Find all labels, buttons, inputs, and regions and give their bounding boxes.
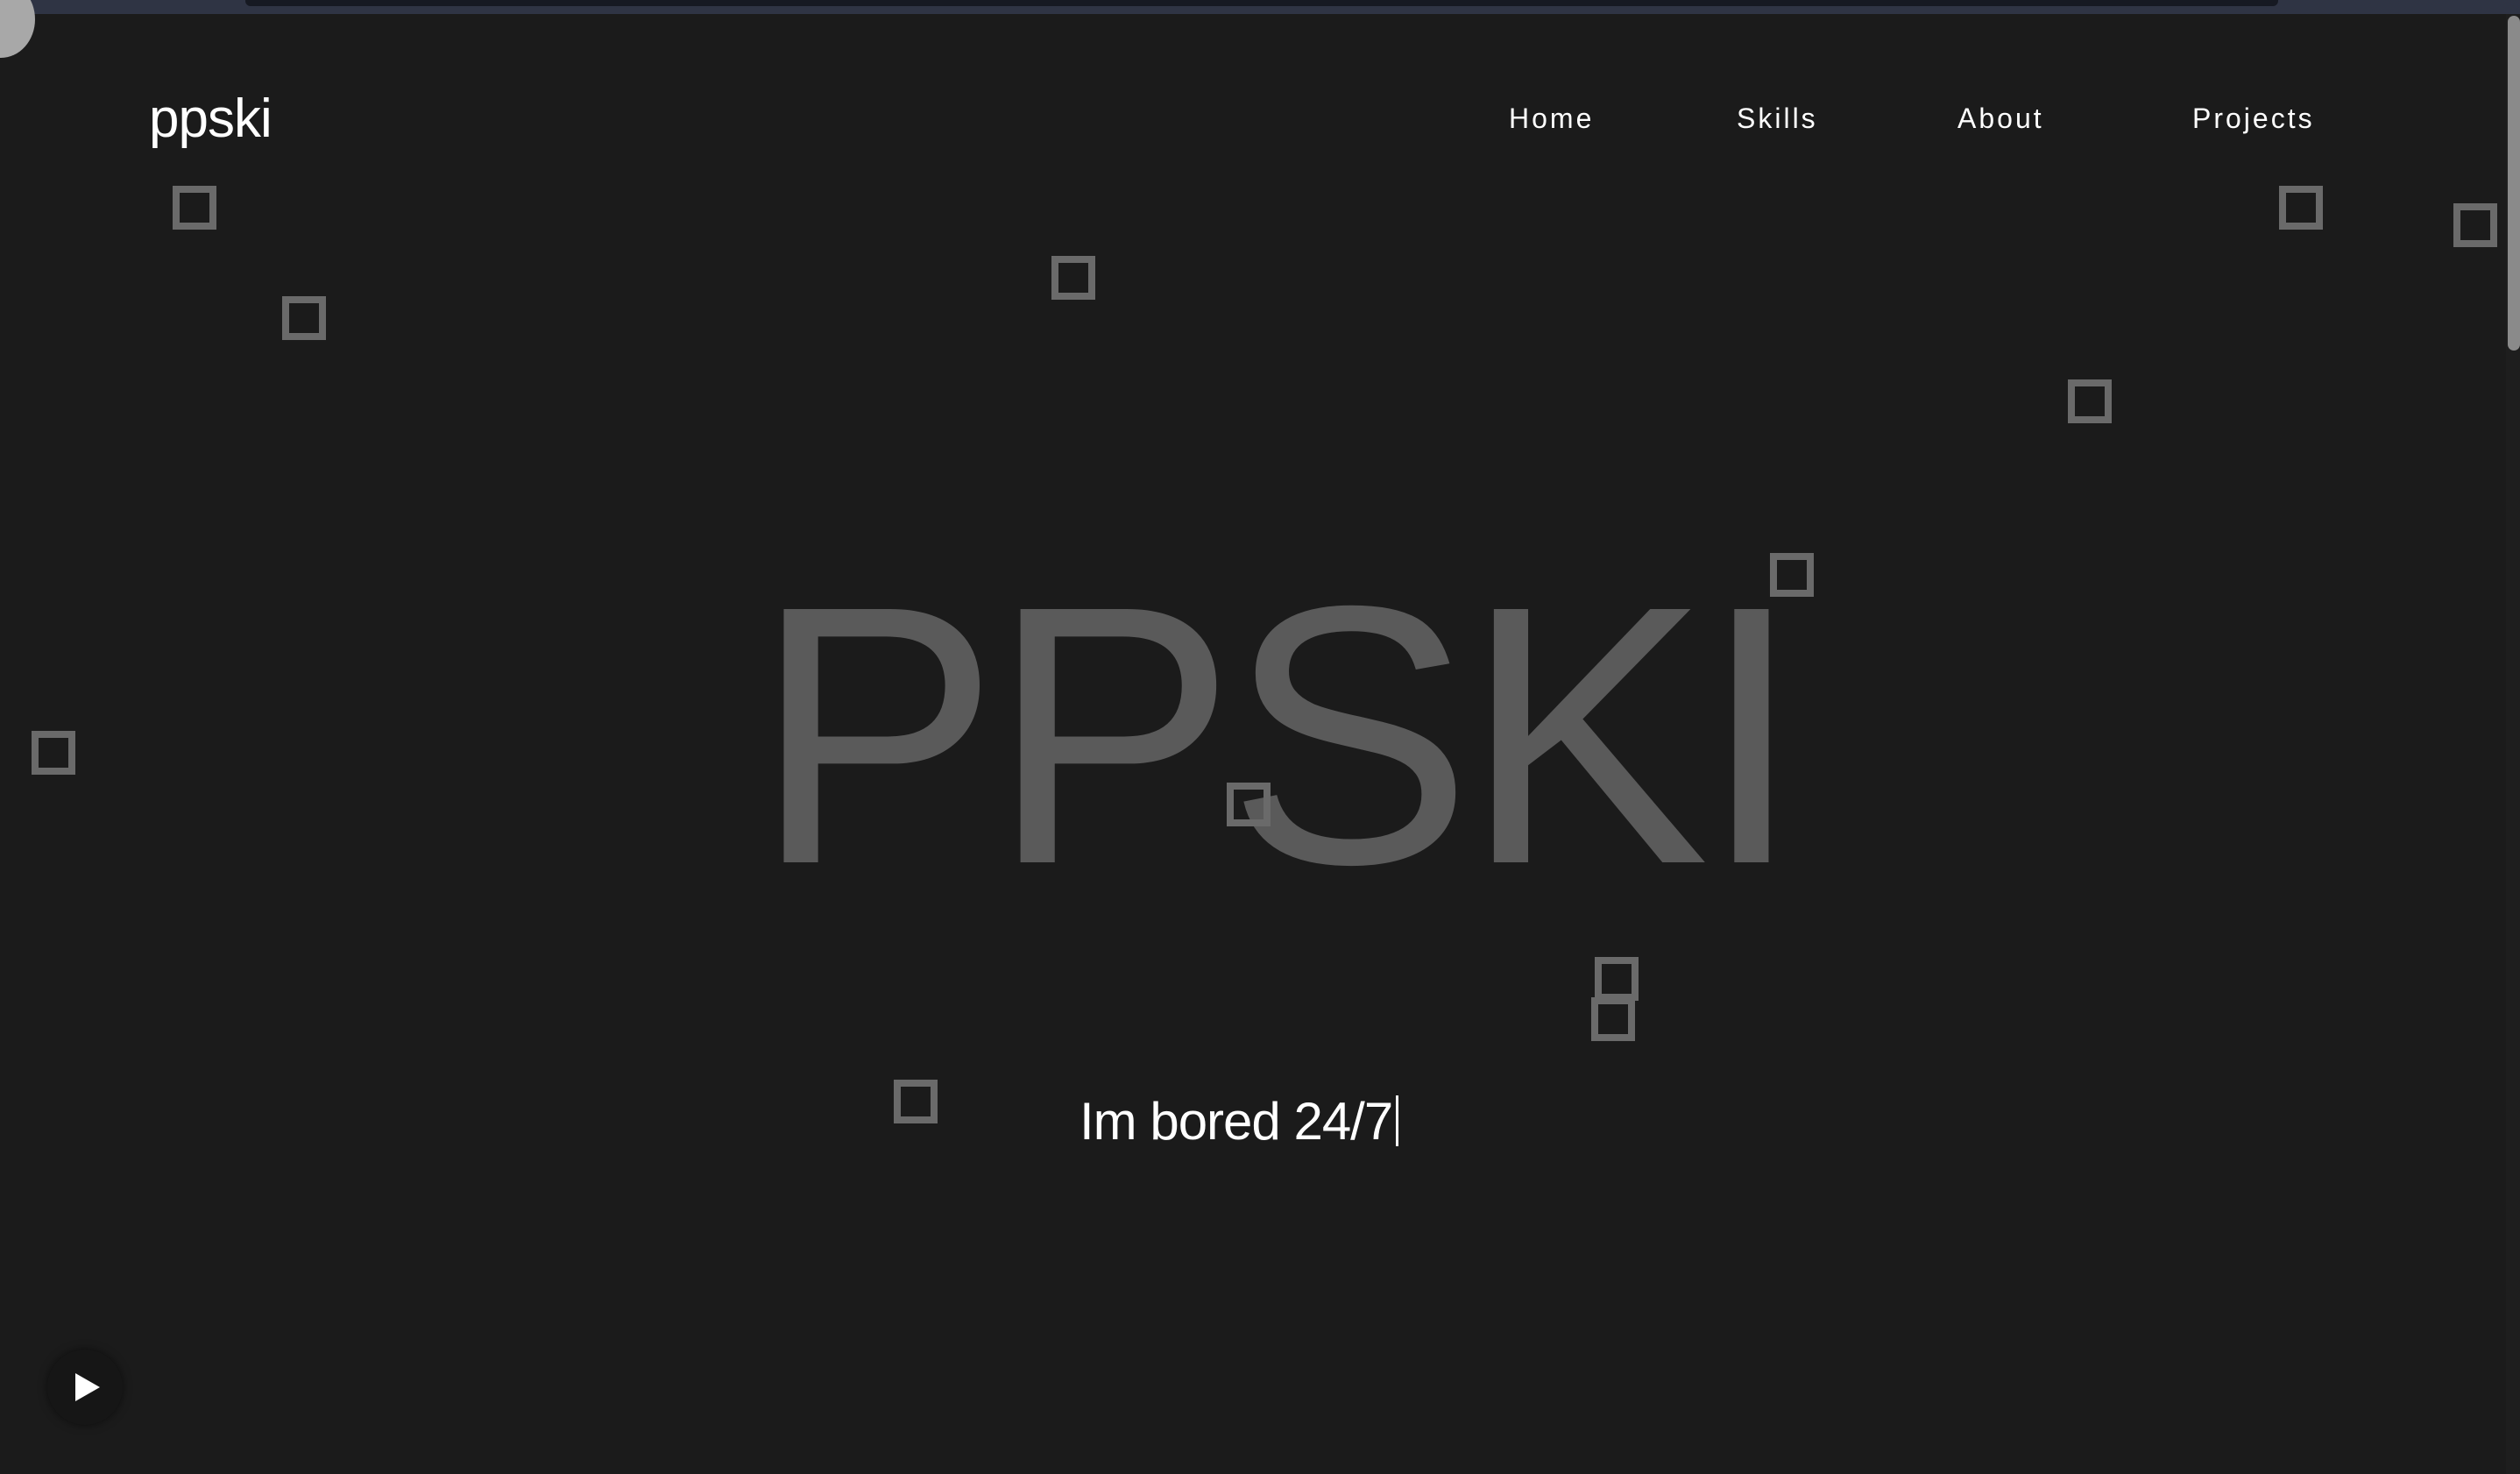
floating-square — [2453, 203, 2497, 247]
nav-link-projects[interactable]: Projects — [2192, 96, 2315, 140]
browser-top-bar-inner — [245, 0, 2278, 6]
typing-cursor — [1396, 1095, 1399, 1146]
cursor-circle — [0, 0, 35, 58]
floating-square — [173, 186, 216, 230]
browser-top-bar — [0, 0, 2520, 14]
play-icon — [75, 1373, 100, 1401]
floating-square — [1591, 997, 1635, 1041]
typed-text: Im bored 24/7 — [1079, 1092, 1393, 1151]
floating-square — [1595, 957, 1639, 1001]
nav-link-about[interactable]: About — [1957, 96, 2044, 140]
floating-square — [2279, 186, 2323, 230]
floating-square — [1227, 783, 1271, 826]
hero-subtitle: Im bored 24/7 — [1079, 1087, 1399, 1157]
nav-link-skills[interactable]: Skills — [1737, 96, 1818, 140]
site-logo[interactable]: ppski — [149, 84, 273, 154]
floating-square — [282, 296, 326, 340]
scrollbar-thumb[interactable] — [2508, 16, 2520, 351]
floating-square — [894, 1080, 938, 1123]
floating-square — [32, 731, 75, 775]
floating-square — [2068, 379, 2112, 423]
floating-square — [1051, 256, 1095, 300]
hero-title: PPSKI — [754, 530, 1802, 941]
music-play-button[interactable] — [47, 1350, 123, 1425]
nav-link-home[interactable]: Home — [1509, 96, 1594, 140]
